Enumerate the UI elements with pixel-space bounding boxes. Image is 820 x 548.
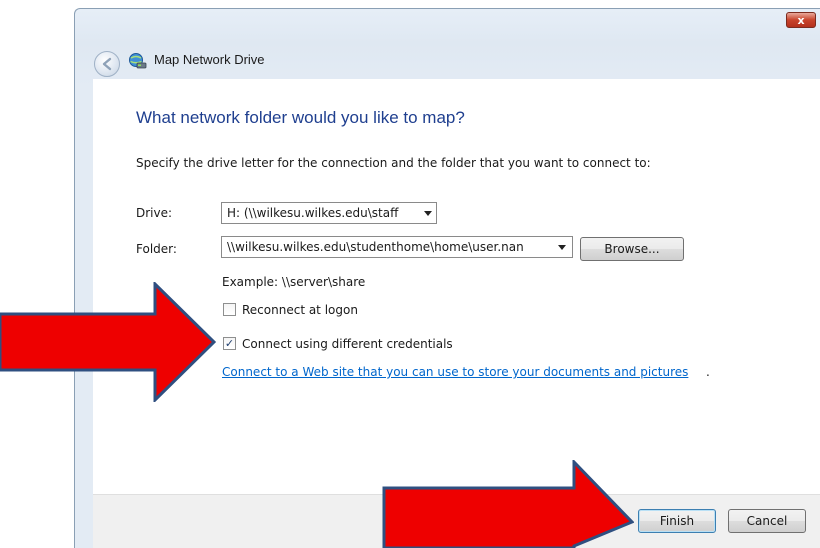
- close-icon: x: [797, 13, 805, 27]
- example-text: Example: \\server\share: [222, 275, 366, 289]
- page-heading: What network folder would you like to ma…: [136, 108, 465, 127]
- drive-select[interactable]: H: (\\wilkesu.wilkes.edu\staff: [221, 202, 437, 224]
- finish-button-label: Finish: [659, 514, 695, 528]
- drive-label: Drive:: [136, 206, 173, 220]
- network-drive-icon: [129, 53, 147, 69]
- folder-combobox[interactable]: \\wilkesu.wilkes.edu\studenthome\home\us…: [221, 236, 573, 258]
- reconnect-label[interactable]: Reconnect at logon: [242, 303, 358, 317]
- annotation-arrow-credentials: [0, 282, 216, 402]
- close-button[interactable]: x: [786, 12, 816, 28]
- dialog-title: Map Network Drive: [154, 52, 265, 67]
- annotation-arrow-finish: [382, 460, 634, 548]
- web-link-period: .: [706, 365, 710, 379]
- cancel-button[interactable]: Cancel: [728, 509, 806, 533]
- drive-dropdown-icon[interactable]: [424, 211, 432, 216]
- folder-label: Folder:: [136, 242, 177, 256]
- reconnect-checkbox[interactable]: [223, 303, 236, 316]
- finish-button[interactable]: Finish: [638, 509, 716, 533]
- browse-button[interactable]: Browse...: [580, 237, 684, 261]
- drive-select-value: H: (\\wilkesu.wilkes.edu\staff: [227, 206, 399, 220]
- folder-dropdown-icon[interactable]: [558, 245, 566, 250]
- credentials-label[interactable]: Connect using different credentials: [242, 337, 453, 351]
- checkmark-icon: ✓: [224, 337, 235, 350]
- web-site-link[interactable]: Connect to a Web site that you can use t…: [222, 365, 688, 379]
- browse-button-label: Browse...: [604, 242, 660, 256]
- folder-combobox-value: \\wilkesu.wilkes.edu\studenthome\home\us…: [227, 240, 524, 254]
- credentials-checkbox[interactable]: ✓: [223, 337, 236, 350]
- instruction-text: Specify the drive letter for the connect…: [136, 156, 651, 170]
- back-button[interactable]: [94, 51, 120, 77]
- back-arrow-icon: [102, 57, 112, 71]
- cancel-button-label: Cancel: [746, 514, 788, 528]
